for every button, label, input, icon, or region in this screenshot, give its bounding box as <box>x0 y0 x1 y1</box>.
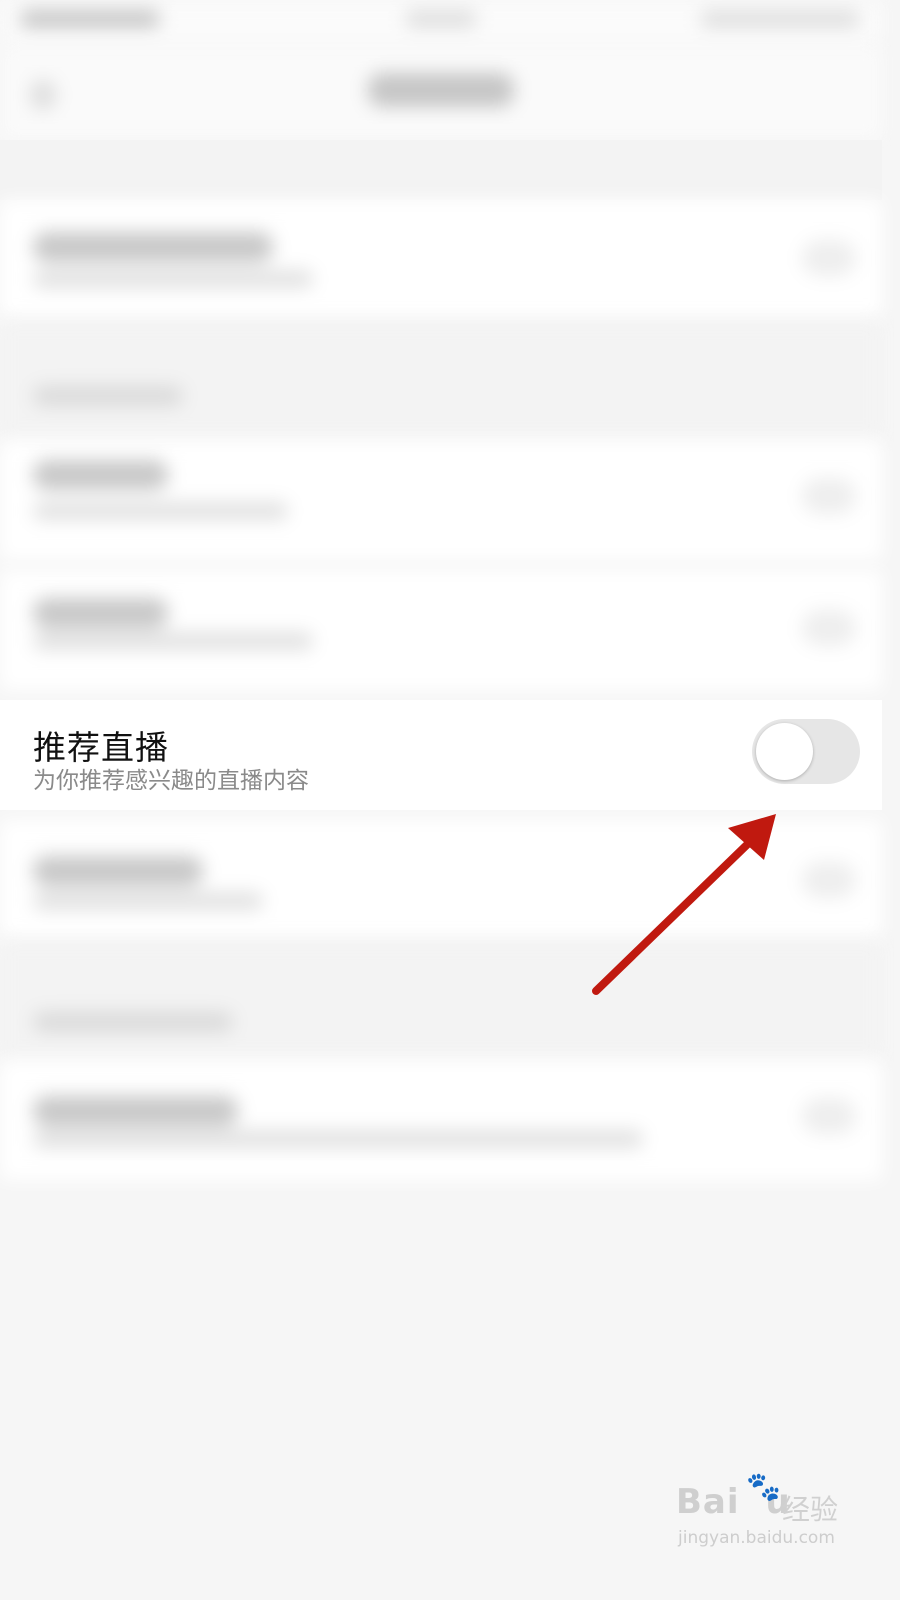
settings-row[interactable] <box>0 1060 882 1180</box>
watermark-url: jingyan.baidu.com <box>678 1528 835 1548</box>
setting-description: 为你推荐感兴趣的直播内容 <box>33 768 309 794</box>
watermark-chinese: 经验 <box>782 1493 839 1526</box>
settings-row[interactable] <box>0 440 882 560</box>
toggle-knob <box>756 723 813 780</box>
page-title <box>368 73 514 107</box>
navigation-bar <box>0 45 882 140</box>
paw-icon: 🐾 <box>746 1470 781 1503</box>
back-icon[interactable] <box>30 80 56 110</box>
status-bar <box>0 0 882 45</box>
recommended-live-toggle[interactable] <box>752 719 860 784</box>
section-header <box>0 320 882 440</box>
baidu-watermark: Bai u 🐾 经验 jingyan.baidu.com <box>676 1470 846 1560</box>
settings-row[interactable] <box>0 570 882 690</box>
settings-row[interactable] <box>0 200 882 320</box>
settings-row[interactable] <box>0 820 882 940</box>
section-header <box>0 940 882 1060</box>
